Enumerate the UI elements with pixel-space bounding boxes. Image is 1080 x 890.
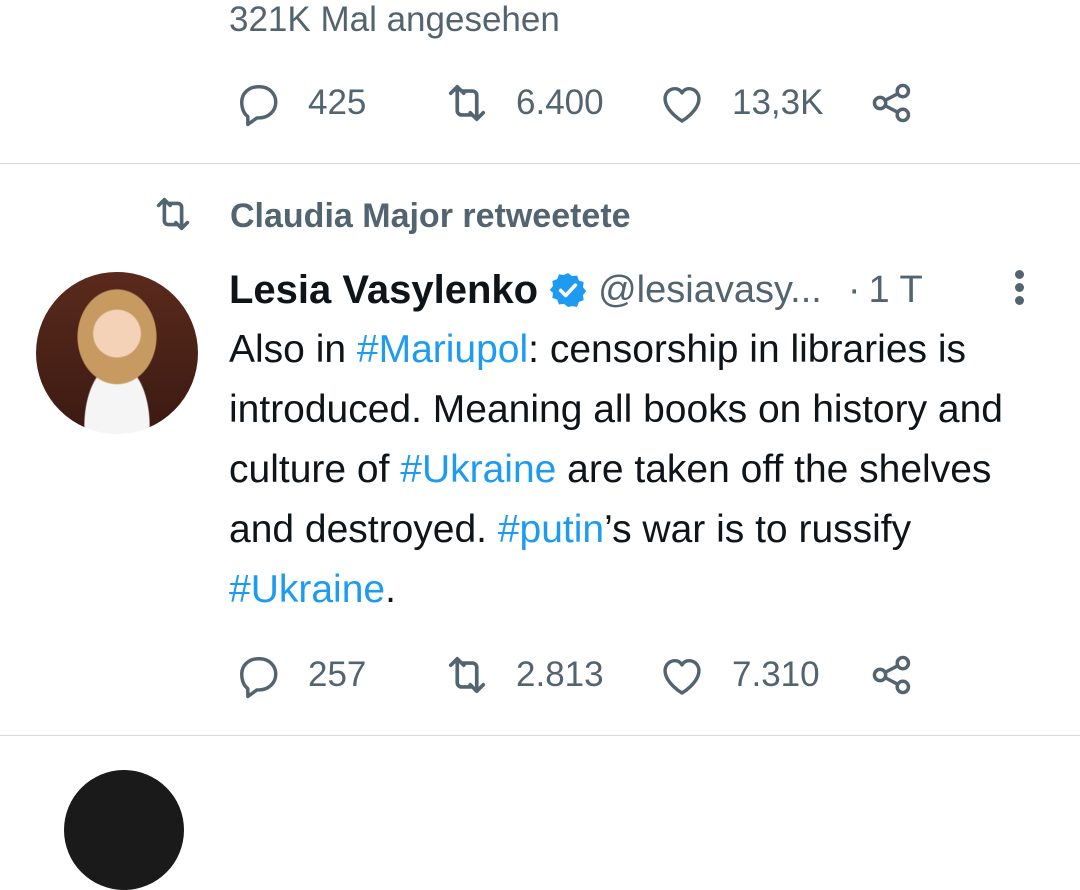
retweet-icon: [440, 649, 494, 701]
tweet-text: Also in #Mariupol: censorship in librari…: [229, 320, 1059, 620]
retweet-banner-label: Claudia Major retweetete: [230, 196, 631, 235]
share-icon: [866, 649, 918, 701]
like-count: 13,3K: [732, 83, 824, 122]
like-count: 7.310: [732, 655, 820, 694]
hashtag-link[interactable]: #Mariupol: [357, 328, 528, 371]
share-icon: [866, 77, 918, 129]
author-name[interactable]: Lesia Vasylenko: [229, 268, 538, 313]
avatar[interactable]: [36, 272, 198, 434]
retweet-icon: [440, 77, 494, 129]
like-icon: [656, 649, 708, 701]
tweet-actions: 257 2.813 7.310: [232, 650, 932, 700]
verified-badge-icon: [548, 270, 588, 310]
tweet-text-segment: Also in: [229, 328, 357, 371]
reply-button[interactable]: 425: [232, 78, 366, 128]
prev-tweet-actions: 425 6.400 13,3K: [232, 78, 932, 128]
next-tweet-avatar[interactable]: [64, 770, 184, 890]
hashtag-link[interactable]: #Ukraine: [229, 568, 385, 611]
retweet-icon: [148, 191, 198, 242]
share-button[interactable]: [866, 650, 918, 700]
tweet-time[interactable]: 1 T: [868, 269, 922, 312]
author-handle[interactable]: @lesiavasy...: [598, 269, 822, 312]
like-icon: [656, 77, 708, 129]
retweet-count: 2.813: [516, 655, 604, 694]
retweet-button[interactable]: 2.813: [440, 650, 604, 700]
retweet-banner[interactable]: Claudia Major retweetete: [148, 192, 631, 240]
hashtag-link[interactable]: #putin: [498, 508, 604, 551]
tweet-header: Lesia Vasylenko @lesiavasy... · 1 T: [229, 262, 923, 318]
retweet-count: 6.400: [516, 83, 604, 122]
tweet-text-segment: ’s war is to russify: [604, 508, 912, 551]
header-separator: ·: [847, 268, 861, 311]
retweet-button[interactable]: 6.400: [440, 78, 604, 128]
hashtag-link[interactable]: #Ukraine: [400, 448, 556, 491]
reply-icon: [232, 649, 284, 701]
tweet-divider: [0, 163, 1080, 164]
tweet-divider: [0, 735, 1080, 736]
reply-button[interactable]: 257: [232, 650, 366, 700]
reply-count: 257: [308, 655, 367, 694]
share-button[interactable]: [866, 78, 918, 128]
reply-icon: [232, 77, 284, 129]
like-button[interactable]: 13,3K: [656, 78, 823, 128]
reply-count: 425: [308, 83, 367, 122]
view-count: 321K Mal angesehen: [229, 0, 560, 39]
tweet-text-segment: .: [385, 568, 396, 611]
more-options-icon[interactable]: [1012, 268, 1026, 308]
like-button[interactable]: 7.310: [656, 650, 820, 700]
